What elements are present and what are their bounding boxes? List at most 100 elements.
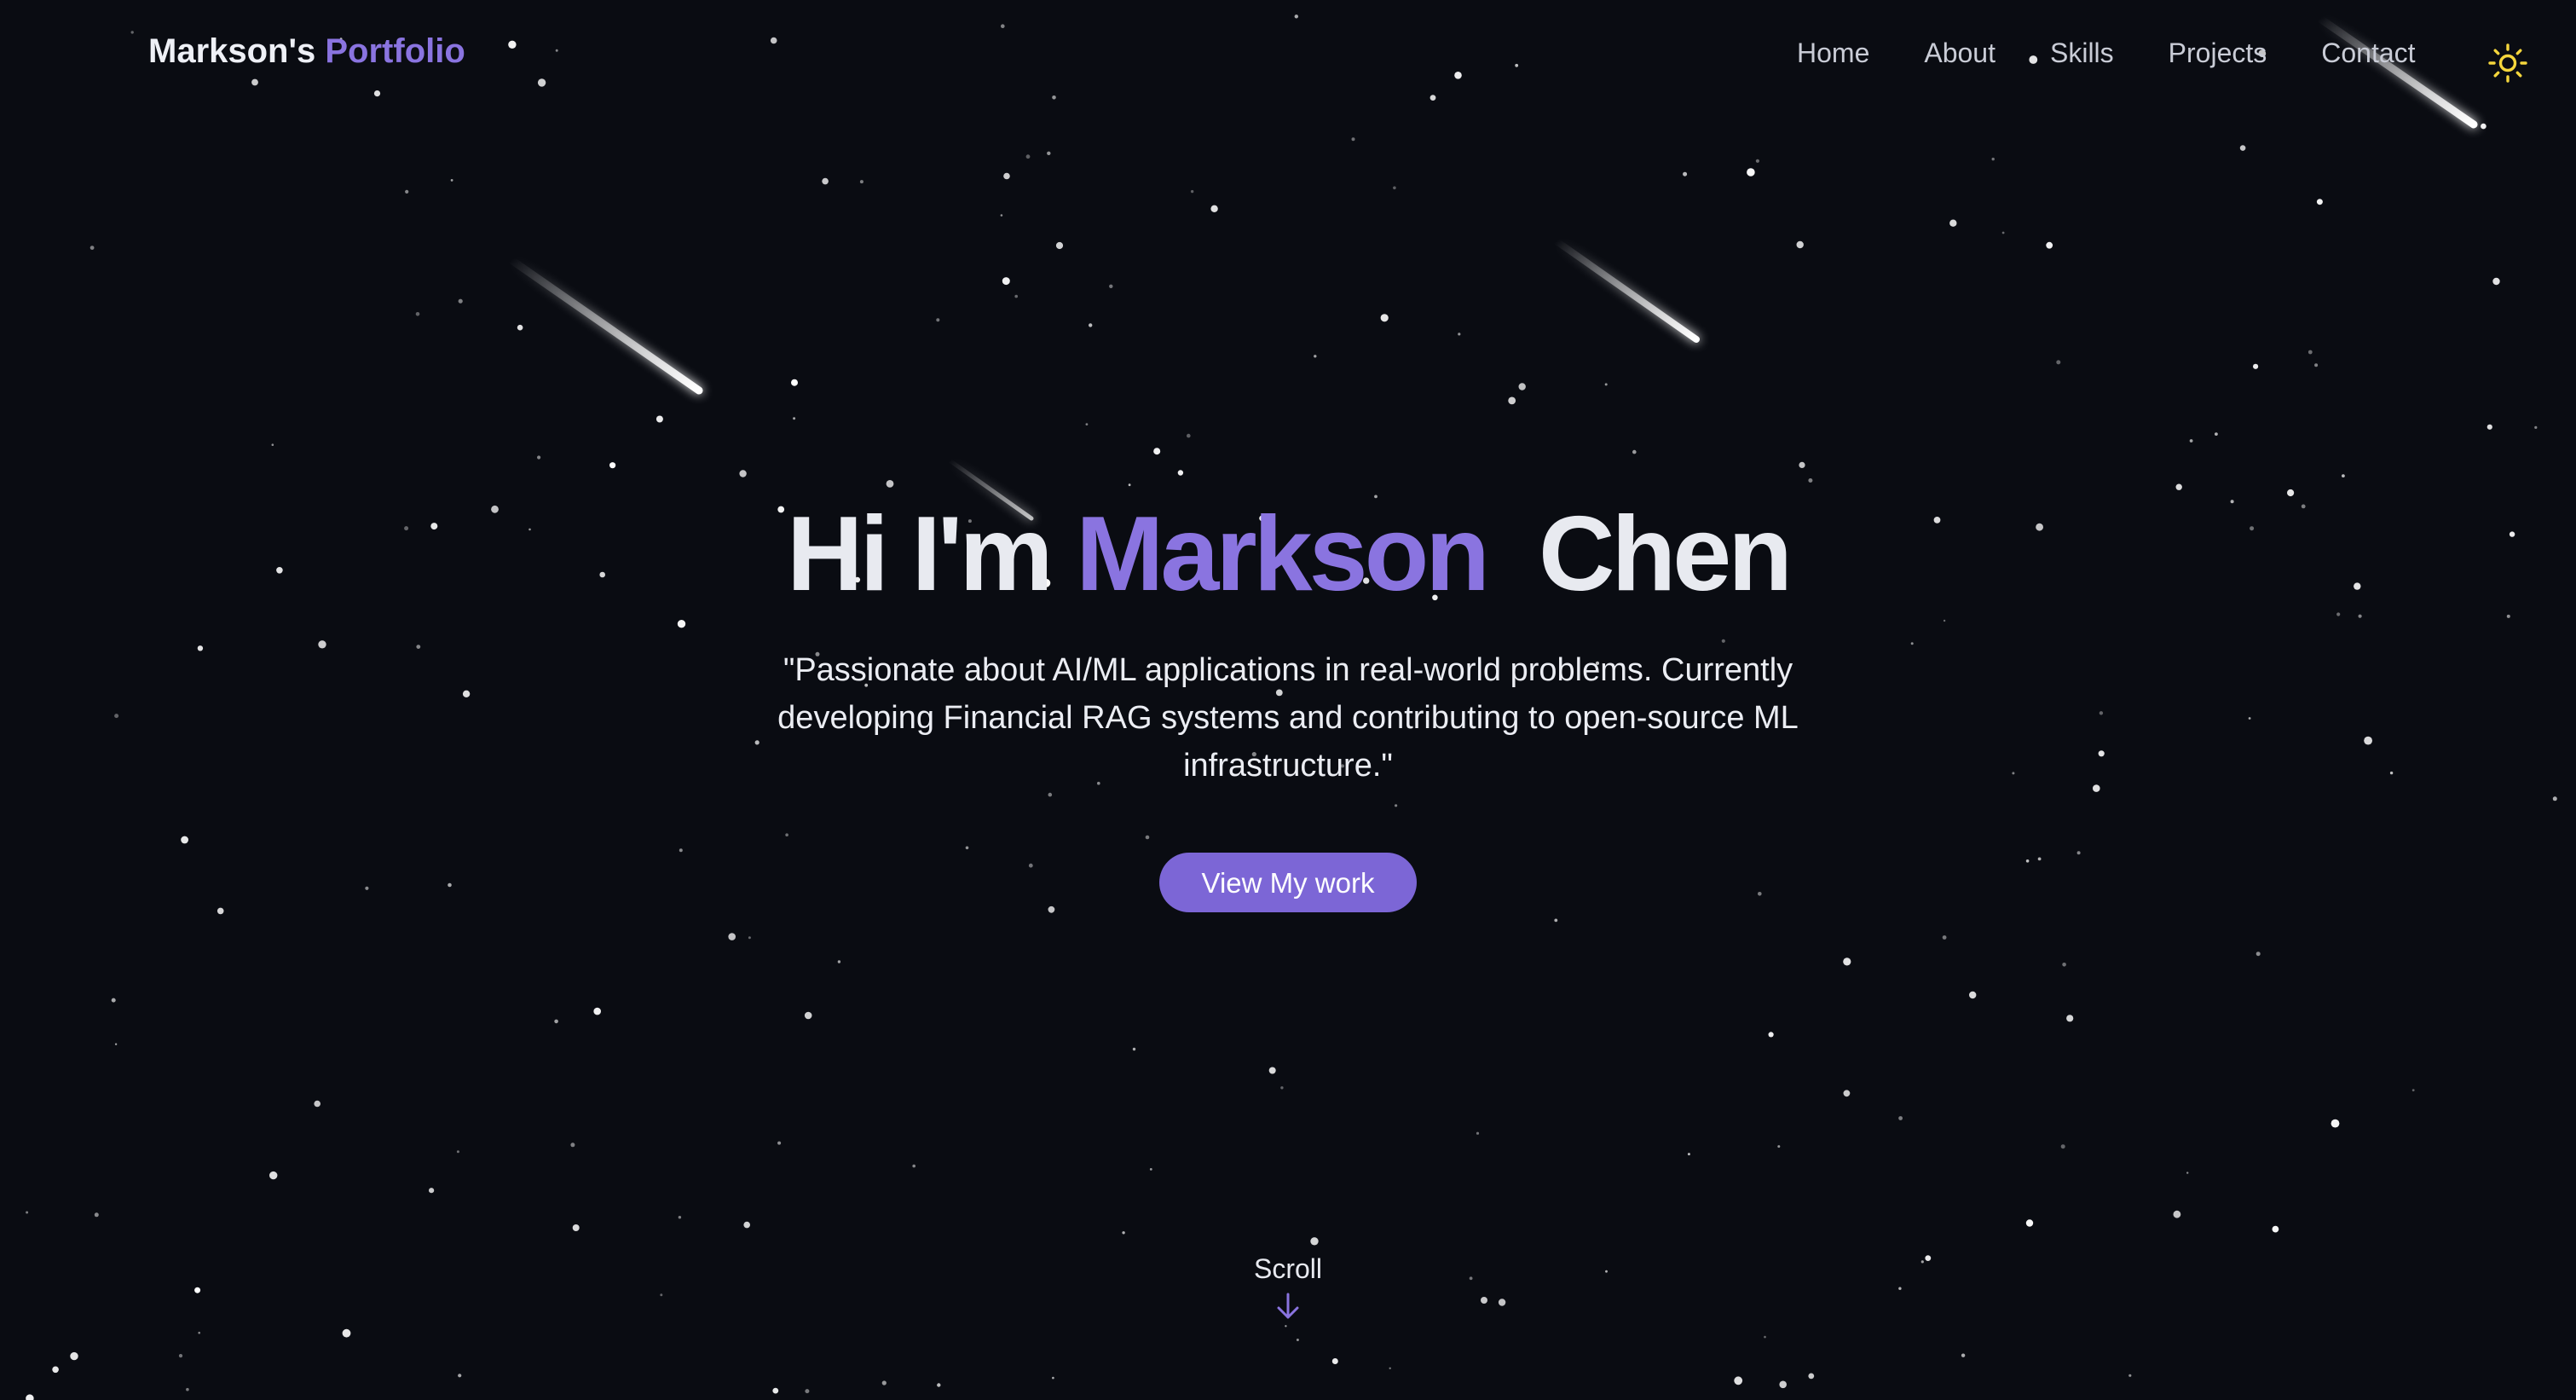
star	[186, 1387, 189, 1391]
star	[271, 443, 274, 446]
star	[743, 1221, 750, 1229]
star	[458, 298, 463, 304]
star	[1898, 1287, 1902, 1290]
star	[2534, 425, 2538, 429]
star	[1632, 449, 1637, 454]
star	[1777, 1145, 1781, 1148]
star	[94, 1212, 99, 1218]
star	[1149, 1168, 1152, 1171]
star	[26, 1394, 34, 1400]
star	[660, 1293, 663, 1297]
star	[314, 1100, 321, 1108]
star	[593, 1007, 601, 1015]
star	[194, 1287, 201, 1293]
star	[1089, 323, 1093, 327]
star	[1779, 1380, 1787, 1389]
star	[70, 1351, 78, 1361]
star	[609, 462, 616, 469]
star	[1969, 991, 1977, 999]
scroll-indicator[interactable]: Scroll	[1203, 1253, 1373, 1321]
nav-link-contact[interactable]: Contact	[2321, 38, 2415, 69]
star	[2331, 1119, 2340, 1128]
star	[1268, 1067, 1276, 1074]
star	[1047, 151, 1051, 155]
star	[2239, 145, 2246, 151]
star	[90, 246, 95, 250]
star	[1518, 383, 1526, 390]
brand-logo[interactable]: Markson's Portfolio	[148, 32, 465, 71]
hero-subtitle: "Passionate about AI/ML applications in …	[777, 652, 1799, 784]
star	[1991, 157, 1995, 161]
nav-links: Home About Skills Projects Contact	[1797, 38, 2416, 69]
nav-link-home[interactable]: Home	[1797, 38, 1869, 69]
hero-last-name: Chen	[1538, 495, 1793, 613]
star	[1153, 448, 1161, 455]
star	[1177, 470, 1184, 476]
arrow-down-icon	[1277, 1293, 1299, 1319]
star	[1920, 1260, 1924, 1264]
star	[1961, 1353, 1966, 1357]
star	[405, 189, 409, 194]
star	[1508, 396, 1516, 405]
star	[26, 1211, 29, 1214]
star	[1768, 1032, 1774, 1038]
star	[805, 1389, 810, 1394]
star	[1085, 423, 1089, 425]
nav-link-projects[interactable]: Projects	[2169, 38, 2267, 69]
star	[1683, 171, 1688, 176]
hero-greeting: Hi I'm	[787, 495, 1054, 613]
star	[2056, 360, 2061, 365]
star	[1942, 935, 1947, 940]
star	[1190, 189, 1194, 194]
star	[2272, 1225, 2279, 1233]
star	[1003, 172, 1010, 180]
portfolio-page: Markson's Portfolio Home About Skills Pr…	[0, 0, 2576, 1400]
star	[1796, 240, 1804, 249]
star	[1498, 1299, 1506, 1306]
star	[1481, 1297, 1487, 1304]
nav-link-about[interactable]: About	[1924, 38, 1996, 69]
star	[198, 1331, 200, 1334]
brand-accent: Portfolio	[325, 32, 465, 70]
star	[1898, 1116, 1903, 1120]
star	[1014, 294, 1018, 298]
star	[415, 312, 420, 316]
star	[1055, 241, 1064, 250]
star	[517, 324, 523, 331]
hero-title: Hi I'm Markson Chen	[0, 486, 2576, 622]
navbar: Markson's Portfolio Home About Skills Pr…	[0, 0, 2576, 113]
star	[1393, 186, 1396, 190]
hero-first-name: Markson	[1076, 495, 1490, 613]
star	[450, 179, 453, 182]
star	[2307, 350, 2313, 355]
star	[1764, 1335, 1766, 1339]
star	[1734, 1376, 1743, 1386]
nav-link-skills[interactable]: Skills	[2050, 38, 2114, 69]
star	[1122, 1231, 1125, 1235]
star	[2411, 1089, 2415, 1091]
star	[777, 1141, 782, 1145]
hero-section: Hi I'm Markson Chen "Passionate about AI…	[0, 486, 2576, 912]
star	[881, 1380, 887, 1386]
star	[537, 455, 541, 460]
star	[1843, 1090, 1851, 1097]
star	[1025, 154, 1031, 159]
star	[342, 1328, 351, 1338]
star	[1604, 383, 1608, 386]
star	[429, 1188, 435, 1194]
star	[1285, 1325, 1287, 1328]
star	[1389, 1367, 1391, 1370]
star	[2253, 363, 2259, 369]
star	[678, 1216, 682, 1219]
view-work-button[interactable]: View My work	[1159, 853, 1417, 912]
star	[1000, 214, 1003, 217]
star	[1458, 333, 1461, 336]
star	[772, 1387, 779, 1394]
star	[837, 960, 841, 963]
star	[2486, 424, 2492, 430]
star	[2173, 1210, 2181, 1218]
star	[2189, 439, 2193, 443]
star	[2025, 1219, 2034, 1227]
theme-toggle-button[interactable]	[2487, 43, 2528, 84]
star	[656, 415, 663, 423]
